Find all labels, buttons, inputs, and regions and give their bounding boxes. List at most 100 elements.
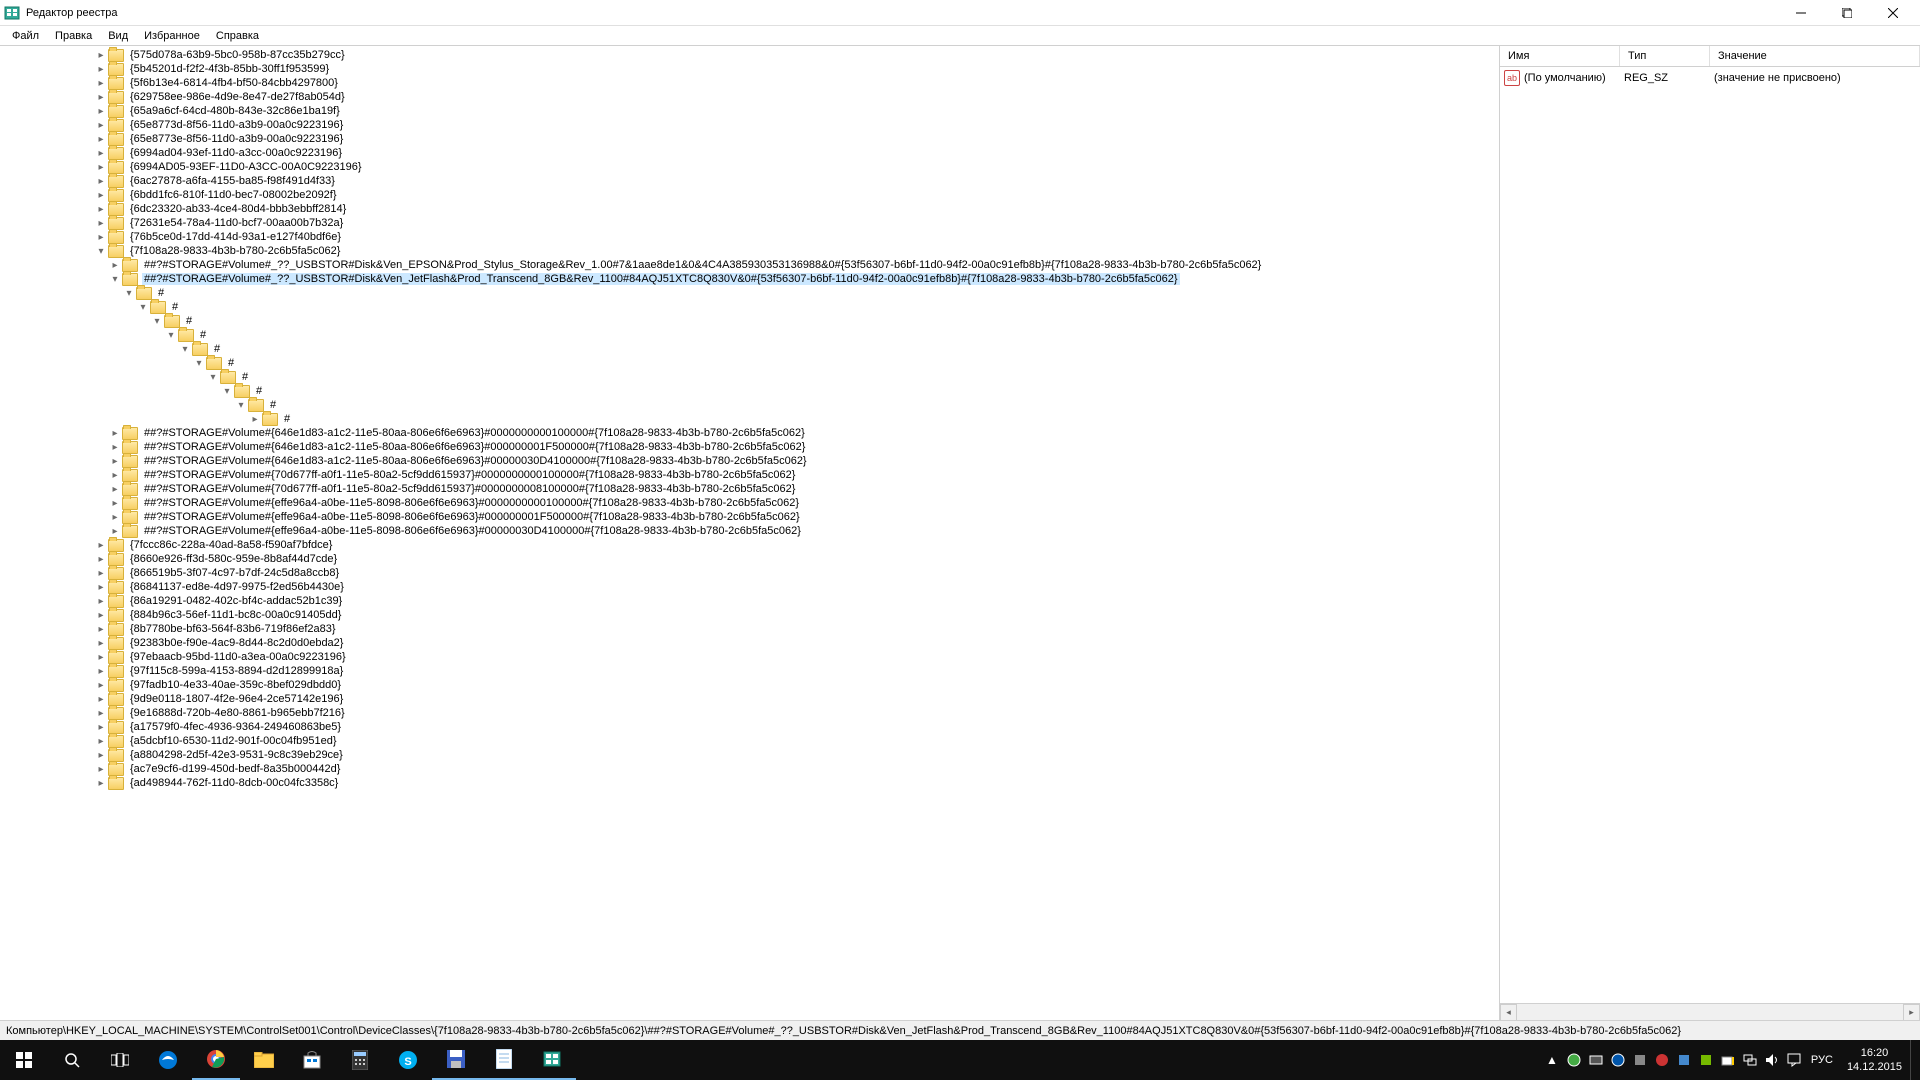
col-type[interactable]: Тип	[1620, 46, 1710, 66]
tree-node[interactable]: #	[4, 398, 1499, 412]
expand-icon[interactable]	[108, 510, 122, 524]
tree-node[interactable]: {97f115c8-599a-4153-8894-d2d12899918a}	[4, 664, 1499, 678]
tree-node[interactable]: ##?#STORAGE#Volume#_??_USBSTOR#Disk&Ven_…	[4, 258, 1499, 272]
tray-icon[interactable]	[1563, 1040, 1585, 1080]
tree-node[interactable]: {6994AD05-93EF-11D0-A3CC-00A0C9223196}	[4, 160, 1499, 174]
tree-node[interactable]: #	[4, 314, 1499, 328]
tree-node[interactable]: {a8804298-2d5f-42e3-9531-9c8c39eb29ce}	[4, 748, 1499, 762]
expand-icon[interactable]	[94, 118, 108, 132]
tree-node[interactable]: {5f6b13e4-6814-4fb4-bf50-84cbb4297800}	[4, 76, 1499, 90]
tree-pane[interactable]: {575d078a-63b9-5bc0-958b-87cc35b279cc}{5…	[0, 46, 1500, 1020]
collapse-icon[interactable]	[94, 244, 108, 258]
tree-node[interactable]: {5b45201d-f2f2-4f3b-85bb-30ff1f953599}	[4, 62, 1499, 76]
titlebar[interactable]: Редактор реестра	[0, 0, 1920, 26]
taskbar-explorer[interactable]	[240, 1040, 288, 1080]
tree-node[interactable]: ##?#STORAGE#Volume#{646e1d83-a1c2-11e5-8…	[4, 454, 1499, 468]
taskbar-edge[interactable]	[144, 1040, 192, 1080]
tree-node[interactable]: {65a9a6cf-64cd-480b-843e-32c86e1ba19f}	[4, 104, 1499, 118]
tree-node[interactable]: {629758ee-986e-4d9e-8e47-de27f8ab054d}	[4, 90, 1499, 104]
tree-node[interactable]: ##?#STORAGE#Volume#{effe96a4-a0be-11e5-8…	[4, 524, 1499, 538]
tree-node[interactable]: #	[4, 412, 1499, 426]
tree-node[interactable]: {575d078a-63b9-5bc0-958b-87cc35b279cc}	[4, 48, 1499, 62]
tray-icon[interactable]	[1607, 1040, 1629, 1080]
menu-edit[interactable]: Правка	[47, 28, 100, 44]
tray-icon[interactable]	[1585, 1040, 1607, 1080]
taskbar-skype[interactable]: S	[384, 1040, 432, 1080]
tree-node[interactable]: ##?#STORAGE#Volume#{effe96a4-a0be-11e5-8…	[4, 496, 1499, 510]
expand-icon[interactable]	[94, 762, 108, 776]
minimize-button[interactable]	[1778, 0, 1824, 26]
scroll-right-icon[interactable]: ▸	[1903, 1004, 1920, 1021]
taskbar-chrome[interactable]	[192, 1040, 240, 1080]
taskbar-notepad[interactable]	[480, 1040, 528, 1080]
tree-node[interactable]: {884b96c3-56ef-11d1-bc8c-00a0c91405dd}	[4, 608, 1499, 622]
expand-icon[interactable]	[94, 132, 108, 146]
collapse-icon[interactable]	[136, 300, 150, 314]
tray-action-center-icon[interactable]	[1783, 1040, 1805, 1080]
expand-icon[interactable]	[94, 552, 108, 566]
tree-node[interactable]: ##?#STORAGE#Volume#{effe96a4-a0be-11e5-8…	[4, 510, 1499, 524]
tree-node[interactable]: #	[4, 328, 1499, 342]
tree-node[interactable]: {6dc23320-ab33-4ce4-80d4-bbb3ebbff2814}	[4, 202, 1499, 216]
tree-node[interactable]: {8b7780be-bf63-564f-83b6-719f86ef2a83}	[4, 622, 1499, 636]
tree-node[interactable]: #	[4, 384, 1499, 398]
tree-node[interactable]: {9e16888d-720b-4e80-8861-b965ebb7f216}	[4, 706, 1499, 720]
tree-node[interactable]: ##?#STORAGE#Volume#{70d677ff-a0f1-11e5-8…	[4, 482, 1499, 496]
tray-clock[interactable]: 16:20 14.12.2015	[1839, 1046, 1910, 1075]
collapse-icon[interactable]	[108, 272, 122, 286]
close-button[interactable]	[1870, 0, 1916, 26]
tree-node[interactable]: {76b5ce0d-17dd-414d-93a1-e127f40bdf6e}	[4, 230, 1499, 244]
expand-icon[interactable]	[108, 426, 122, 440]
start-button[interactable]	[0, 1040, 48, 1080]
tree-node[interactable]: {7fccc86c-228a-40ad-8a58-f590af7bfdce}	[4, 538, 1499, 552]
expand-icon[interactable]	[94, 90, 108, 104]
expand-icon[interactable]	[94, 174, 108, 188]
search-button[interactable]	[48, 1040, 96, 1080]
expand-icon[interactable]	[94, 230, 108, 244]
tray-icon[interactable]	[1673, 1040, 1695, 1080]
expand-icon[interactable]	[94, 636, 108, 650]
expand-icon[interactable]	[94, 622, 108, 636]
expand-icon[interactable]	[94, 62, 108, 76]
collapse-icon[interactable]	[192, 356, 206, 370]
expand-icon[interactable]	[94, 188, 108, 202]
collapse-icon[interactable]	[150, 314, 164, 328]
taskbar-save-icon[interactable]	[432, 1040, 480, 1080]
tree-node[interactable]: {ad498944-762f-11d0-8dcb-00c04fc3358c}	[4, 776, 1499, 790]
col-name[interactable]: Имя	[1500, 46, 1620, 66]
tree-node[interactable]: {72631e54-78a4-11d0-bcf7-00aa00b7b32a}	[4, 216, 1499, 230]
tray-language[interactable]: РУС	[1805, 1054, 1839, 1066]
expand-icon[interactable]	[94, 48, 108, 62]
tree-node[interactable]: ##?#STORAGE#Volume#_??_USBSTOR#Disk&Ven_…	[4, 272, 1499, 286]
tree-node[interactable]: #	[4, 342, 1499, 356]
tree-node[interactable]: {a5dcbf10-6530-11d2-901f-00c04fb951ed}	[4, 734, 1499, 748]
expand-icon[interactable]	[94, 104, 108, 118]
collapse-icon[interactable]	[220, 384, 234, 398]
expand-icon[interactable]	[108, 482, 122, 496]
expand-icon[interactable]	[108, 454, 122, 468]
expand-icon[interactable]	[94, 776, 108, 790]
taskbar-store[interactable]	[288, 1040, 336, 1080]
expand-icon[interactable]	[108, 496, 122, 510]
tree-node[interactable]: {7f108a28-9833-4b3b-b780-2c6b5fa5c062}	[4, 244, 1499, 258]
tree-node[interactable]: #	[4, 286, 1499, 300]
expand-icon[interactable]	[94, 160, 108, 174]
collapse-icon[interactable]	[206, 370, 220, 384]
expand-icon[interactable]	[94, 538, 108, 552]
expand-icon[interactable]	[94, 678, 108, 692]
maximize-button[interactable]	[1824, 0, 1870, 26]
expand-icon[interactable]	[94, 706, 108, 720]
expand-icon[interactable]	[248, 412, 262, 426]
expand-icon[interactable]	[94, 650, 108, 664]
tree-node[interactable]: {9d9e0118-1807-4f2e-96e4-2ce57142e196}	[4, 692, 1499, 706]
taskbar-regedit[interactable]	[528, 1040, 576, 1080]
tree-node[interactable]: {92383b0e-f90e-4ac9-8d44-8c2d0d0ebda2}	[4, 636, 1499, 650]
expand-icon[interactable]	[94, 202, 108, 216]
tree-node[interactable]: {97fadb10-4e33-40ae-359c-8bef029dbdd0}	[4, 678, 1499, 692]
expand-icon[interactable]	[94, 76, 108, 90]
tray-network-icon[interactable]	[1739, 1040, 1761, 1080]
menu-file[interactable]: Файл	[4, 28, 47, 44]
tree-node[interactable]: {65e8773d-8f56-11d0-a3b9-00a0c9223196}	[4, 118, 1499, 132]
expand-icon[interactable]	[94, 594, 108, 608]
tray-icon[interactable]	[1651, 1040, 1673, 1080]
